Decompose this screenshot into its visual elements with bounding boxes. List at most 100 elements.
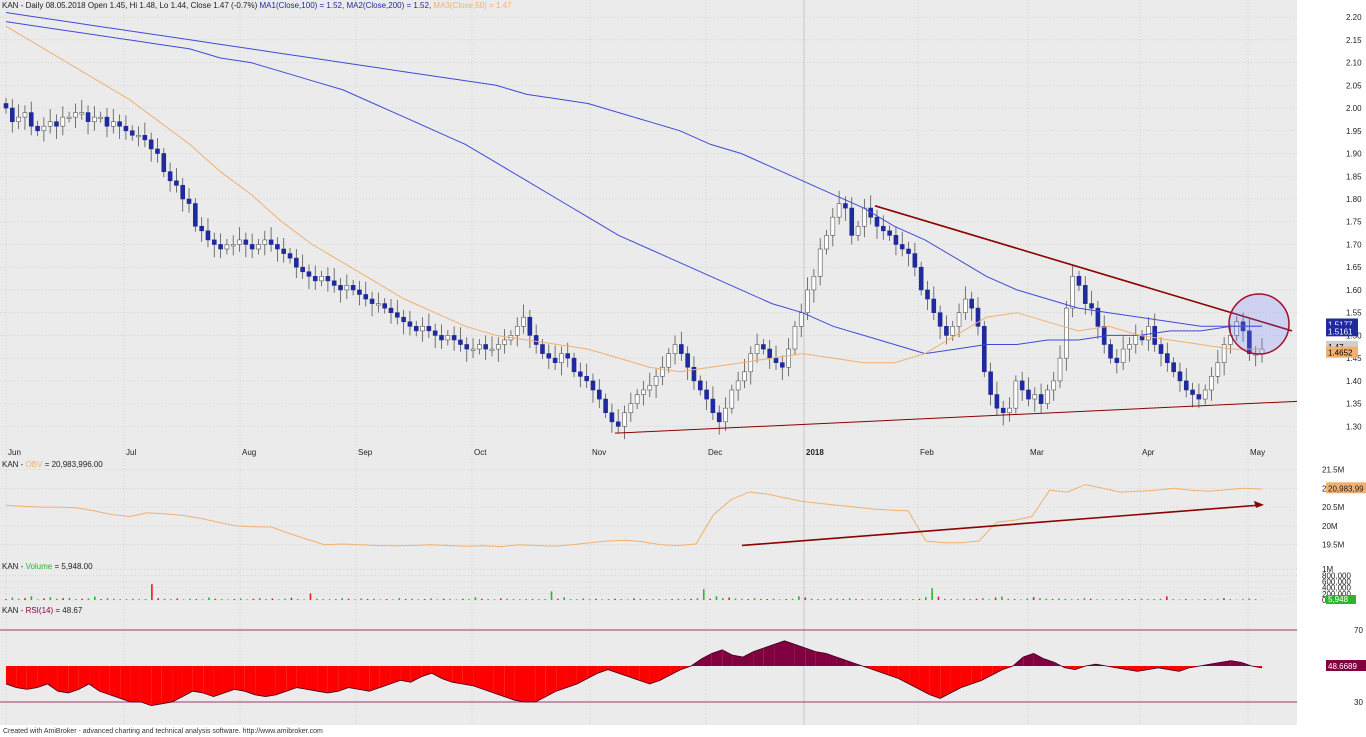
candle-up (496, 344, 501, 350)
rsi-area-segment (701, 653, 712, 666)
candle-down (849, 207, 855, 236)
candle-down (988, 371, 993, 395)
candle-down (912, 253, 918, 268)
apex-highlight-circle (1228, 293, 1290, 355)
candle-up (1032, 394, 1038, 400)
candle-down (596, 389, 602, 400)
rsi-area-segment (1044, 658, 1055, 666)
candle-up (79, 112, 85, 115)
candle-down (338, 285, 343, 291)
rsi-area-segment (711, 649, 723, 666)
candle-down (1000, 407, 1006, 414)
candle-down (981, 326, 987, 373)
candle-up (811, 275, 817, 291)
candle-down (1158, 344, 1164, 354)
candle-down (767, 348, 772, 359)
candle-down (704, 389, 709, 400)
rsi-area-segment (286, 666, 297, 692)
candle-up (963, 298, 968, 313)
rsi-area-segment (929, 666, 941, 699)
candle-down (281, 248, 287, 254)
obv-header: KAN - OBV = 20,983,996.00 (2, 460, 103, 469)
date-axis-label: Nov (592, 448, 606, 457)
date-axis-label: Aug (242, 448, 256, 457)
candle-down (994, 394, 1000, 409)
candle-down (174, 180, 179, 186)
obv-tick-label: 19.5M (1322, 541, 1345, 550)
candle-up (742, 371, 747, 382)
price-tick-label: 2.00 (1346, 104, 1362, 113)
rsi-area-segment (1033, 653, 1045, 666)
candle-down (565, 353, 571, 359)
candle-down (407, 321, 413, 327)
candle-down (54, 121, 59, 127)
candle-down (294, 257, 299, 268)
rsi-area-segment (317, 666, 328, 693)
rsi-area-segment (338, 666, 349, 692)
rsi-area-segment (483, 666, 494, 693)
candle-down (268, 239, 274, 245)
volume-header-value: = 5,948.00 (54, 562, 93, 571)
candle-up (1070, 275, 1075, 309)
candle-up (1120, 348, 1126, 363)
candle-down (180, 185, 186, 200)
candle-up (60, 116, 66, 127)
obv-trend-arrow (741, 504, 1259, 547)
candle-up (73, 112, 78, 118)
candle-down (1082, 285, 1088, 304)
candle-up (237, 239, 242, 245)
candle-up (653, 376, 659, 386)
candle-up (1215, 362, 1221, 377)
price-tick-label: 2.20 (1346, 13, 1362, 22)
rsi-area-segment (172, 666, 183, 702)
candle-up (1057, 357, 1063, 382)
candle-down (363, 294, 369, 300)
candle-down (1196, 394, 1202, 400)
rsi-area-segment (400, 666, 411, 683)
candle-down (590, 380, 596, 391)
obv-header-name: OBV (25, 460, 43, 469)
volume-header-ticker: KAN (2, 562, 19, 571)
candle-up (1146, 326, 1151, 341)
candle-up (666, 353, 672, 368)
candle-up (470, 348, 476, 351)
volume-last-label: 5,948 (1328, 595, 1349, 604)
rsi-area-segment (78, 666, 90, 690)
footer-credit: Created with AmiBroker - advanced charti… (3, 728, 323, 735)
candle-up (47, 121, 53, 127)
candle-up (1209, 376, 1214, 391)
candle-up (445, 335, 451, 341)
candle-down (287, 253, 293, 259)
candle-up (110, 121, 116, 127)
candle-down (1026, 389, 1031, 400)
rsi-area-segment (255, 666, 266, 697)
candle-down (1076, 275, 1082, 286)
price-header-text: - Daily 08.05.2018 Open 1.45, Hi 1.48, L… (20, 1, 258, 10)
candle-up (1051, 380, 1057, 391)
rsi-area-segment (161, 666, 173, 704)
rsi-area-segment (99, 666, 110, 695)
rsi-last-label: 48.6689 (1328, 662, 1357, 671)
rsi-area-segment (597, 666, 609, 674)
rsi-area-segment (462, 666, 474, 686)
candle-down (426, 326, 432, 332)
candle-down (937, 312, 943, 327)
candle-down (357, 289, 362, 295)
rsi-header-value: = 48.67 (55, 606, 83, 615)
candle-down (306, 271, 312, 277)
rsi-header-name: RSI(14) (25, 606, 54, 615)
candle-up (230, 244, 236, 247)
candle-down (697, 380, 703, 391)
candle-down (1114, 357, 1120, 363)
rsi-area-segment (815, 651, 827, 666)
candle-up (521, 316, 526, 327)
rsi-area-segment (244, 666, 256, 695)
candle-up (1133, 335, 1139, 345)
candle-up (729, 389, 735, 409)
candle-up (344, 285, 350, 291)
obv-last-label: 20,983,99 (1328, 484, 1364, 493)
candle-up (1007, 407, 1012, 414)
candle-up (622, 412, 627, 427)
candle-up (634, 394, 640, 404)
candle-up (66, 116, 72, 119)
